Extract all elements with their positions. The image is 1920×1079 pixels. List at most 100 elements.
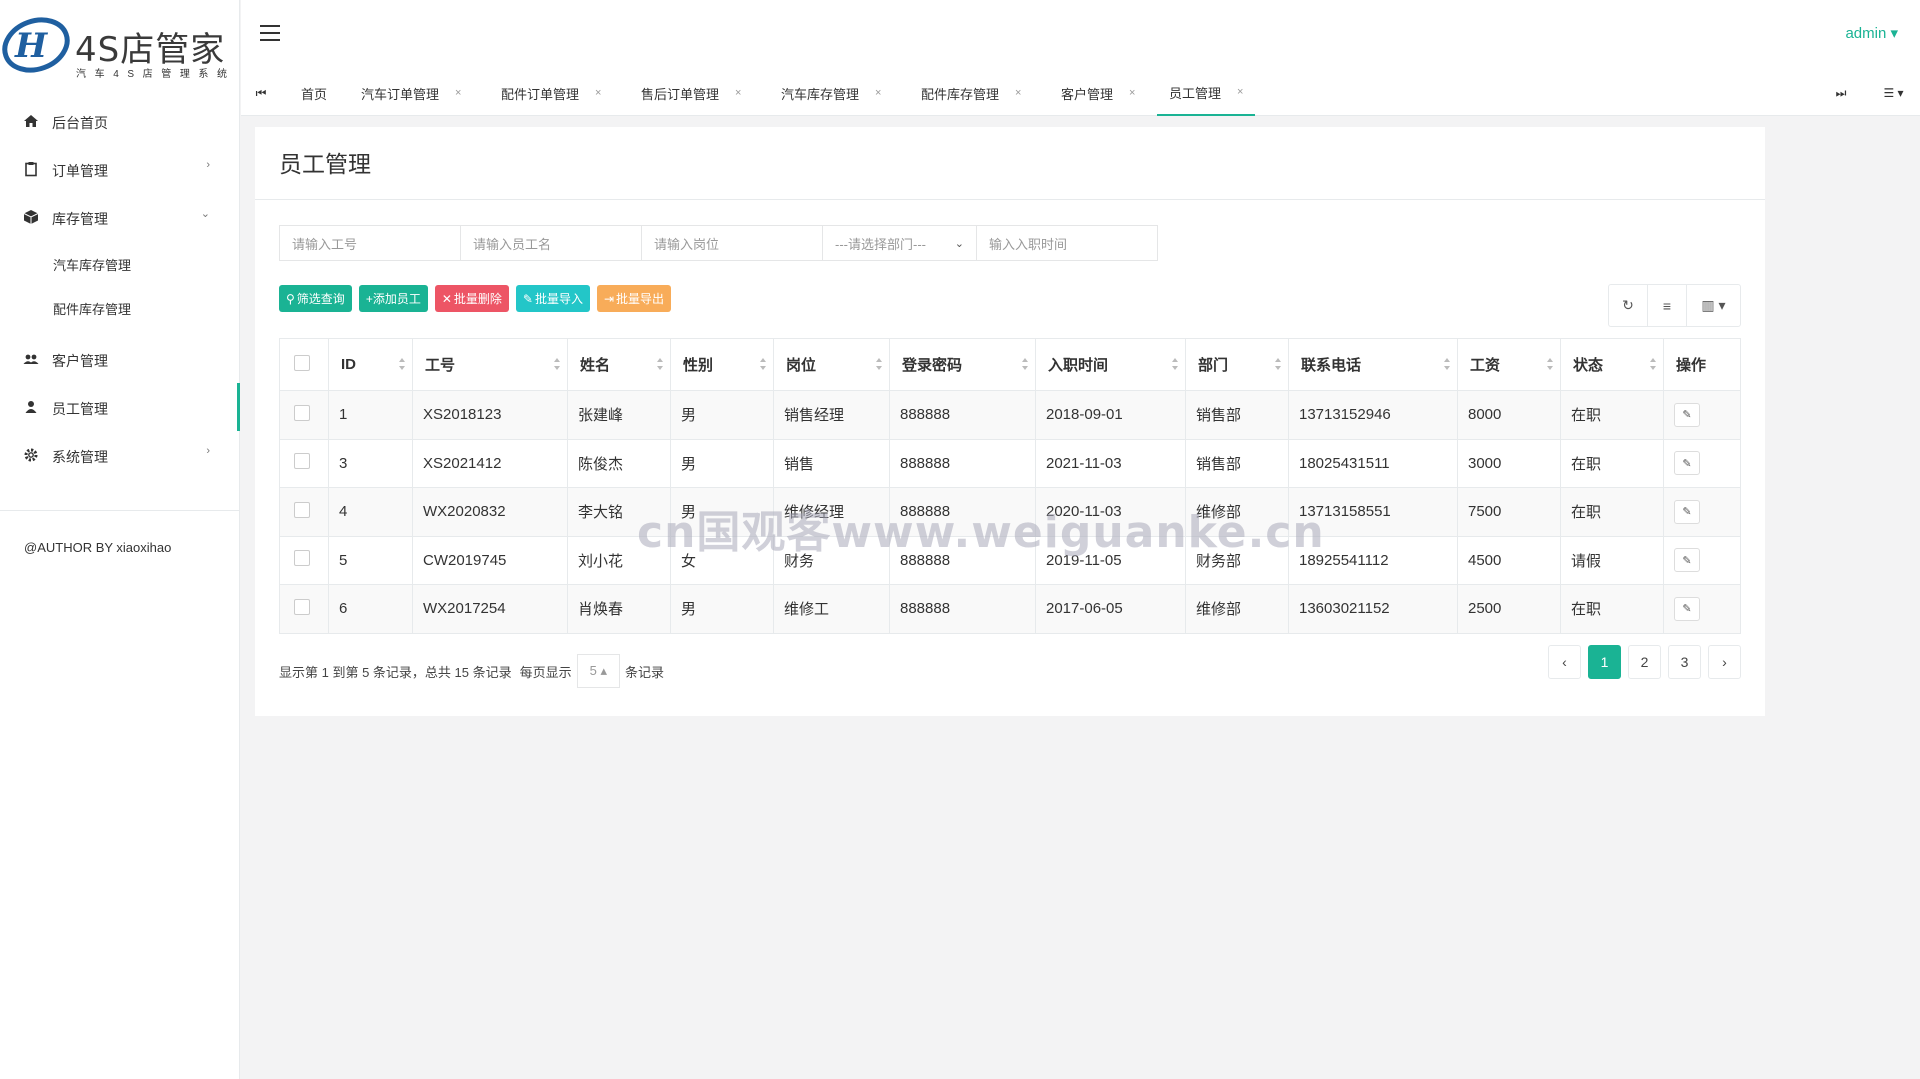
sidebar-item-label: 客户管理 [52,353,108,369]
column-header-name[interactable]: 姓名 [567,338,671,391]
row-select-cell [279,487,329,537]
prev-page-button[interactable]: ‹ [1548,645,1581,679]
tab-car-stock[interactable]: 汽车库存管理 × [781,70,881,116]
cell-gender: 男 [670,438,774,488]
tab-customers[interactable]: 客户管理 × [1061,70,1135,116]
users-icon [23,354,39,364]
column-header-id[interactable]: ID [328,338,413,391]
tab-aftersale-orders[interactable]: 售后订单管理 × [641,70,741,116]
tab-close-icon[interactable]: × [875,87,881,99]
sidebar-item-home[interactable]: 后台首页 [0,97,240,145]
tab-close-icon[interactable]: × [1015,87,1021,99]
sidebar-item-employees[interactable]: 员工管理 [0,383,240,431]
logo[interactable]: H 4S店管家 汽车4S店管理系统 [0,0,240,80]
post-input[interactable]: 请输入岗位 [641,225,823,261]
refresh-icon[interactable]: ↻ [1609,285,1648,326]
tab-label: 客户管理 [1061,86,1114,102]
tab-close-icon[interactable]: × [1237,86,1243,98]
edit-icon[interactable]: ✎ [1674,548,1700,573]
sort-icon [399,358,405,370]
column-header-department[interactable]: 部门 [1185,338,1289,391]
tab-close-icon[interactable]: × [595,87,601,99]
select-all-checkbox[interactable] [294,354,310,371]
add-employee-button-label: +添加员工 [365,292,421,306]
close-icon: ✕ [441,291,452,306]
sidebar-subitem-parts-stock[interactable]: 配件库存管理 [0,285,240,329]
column-header-hire-date[interactable]: 入职时间 [1035,338,1186,391]
column-header-password[interactable]: 登录密码 [889,338,1036,391]
sidebar-item-system[interactable]: 系统管理 › [0,431,240,479]
tab-scroll-right-icon[interactable]: ⏭ [1821,70,1861,116]
column-header-job-no[interactable]: 工号 [412,338,568,391]
cell-job-no: XS2018123 [412,390,568,440]
tab-car-orders[interactable]: 汽车订单管理 × [361,70,461,116]
cell-password: 888888 [889,584,1036,634]
batch-delete-button[interactable]: ✕ 批量删除 [434,285,509,312]
cell-salary: 2500 [1457,584,1561,634]
tab-employees[interactable]: 员工管理 × [1157,70,1256,116]
sidebar-subitem-car-stock[interactable]: 汽车库存管理 [0,241,240,285]
toggle-view-icon[interactable]: ≡ [1648,285,1687,326]
columns-icon[interactable]: ▥ ▾ [1687,285,1740,326]
batch-import-button[interactable]: ✎ 批量导入 [515,285,590,312]
sort-icon [1547,358,1553,370]
edit-icon[interactable]: ✎ [1674,402,1700,427]
add-employee-button[interactable]: +添加员工 [358,285,428,312]
page-size-select[interactable]: 5 ▴ [576,654,620,688]
next-page-button[interactable]: › [1708,645,1741,679]
page-button-1[interactable]: 1 [1588,645,1621,679]
page-button-2[interactable]: 2 [1628,645,1661,679]
tab-options-icon[interactable]: ☰ ▾ [1871,70,1916,116]
row-checkbox[interactable] [294,453,310,470]
tab-label: 首页 [301,86,328,102]
sidebar-item-customers[interactable]: 客户管理 [0,335,240,383]
edit-icon[interactable]: ✎ [1674,499,1700,524]
job-no-input[interactable]: 请输入工号 [279,225,461,261]
sidebar-item-label: 员工管理 [52,401,108,417]
edit-icon[interactable]: ✎ [1674,451,1700,476]
row-actions-cell: ✎ [1663,390,1741,440]
tab-close-icon[interactable]: × [455,87,461,99]
search-button[interactable]: ⚲ 筛选查询 [279,285,352,312]
cell-job-no: CW2019745 [412,535,568,585]
edit-icon: ✎ [522,291,533,306]
tab-home[interactable]: 首页 [301,70,327,116]
row-checkbox[interactable] [294,598,310,615]
department-select[interactable]: ---请选择部门--- ⌄ [822,225,977,261]
column-header-phone[interactable]: 联系电话 [1288,338,1458,391]
edit-icon[interactable]: ✎ [1674,596,1700,621]
tab-scroll-left-icon[interactable]: ⏮ [241,70,281,116]
author-credit: @AUTHOR BY xiaoxihao [24,540,172,555]
hire-date-input[interactable]: 输入入职时间 [976,225,1158,261]
column-header-label: 工号 [425,357,456,374]
row-checkbox[interactable] [294,550,310,567]
sort-icon [657,358,663,370]
page-button-3[interactable]: 3 [1668,645,1701,679]
row-checkbox[interactable] [294,501,310,518]
column-header-gender[interactable]: 性别 [670,338,774,391]
tab-parts-orders[interactable]: 配件订单管理 × [501,70,601,116]
cell-name: 肖焕春 [567,584,671,634]
sidebar-item-orders[interactable]: 订单管理 › [0,145,240,193]
sort-icon [1022,358,1028,370]
employee-name-input[interactable]: 请输入员工名 [460,225,642,261]
tab-close-icon[interactable]: × [1129,87,1135,99]
watermark: cn国观客www.weiguanke.cn [637,507,1325,558]
row-checkbox[interactable] [294,404,310,421]
hamburger-menu-icon[interactable] [259,24,283,42]
table-row: 6 WX2017254 肖焕春男维修工 888888 2017-06-05 维修部 1360… [279,584,1741,634]
sidebar-item-inventory[interactable]: 库存管理 ⌄ [0,193,240,241]
cell-post: 销售经理 [773,390,890,440]
sort-icon [1275,358,1281,370]
batch-export-button[interactable]: ⇥ 批量导出 [596,285,672,312]
column-header-status[interactable]: 状态 [1560,338,1664,391]
column-header-post[interactable]: 岗位 [773,338,890,391]
column-header-salary[interactable]: 工资 [1457,338,1561,391]
tab-parts-stock[interactable]: 配件库存管理 × [921,70,1021,116]
row-actions-cell: ✎ [1663,584,1741,634]
user-menu[interactable]: admin ▾ [1845,24,1898,42]
sidebar-item-label: 后台首页 [52,115,108,131]
tab-close-icon[interactable]: × [735,87,741,99]
cell-status: 在职 [1560,584,1664,634]
row-select-cell [279,390,329,440]
